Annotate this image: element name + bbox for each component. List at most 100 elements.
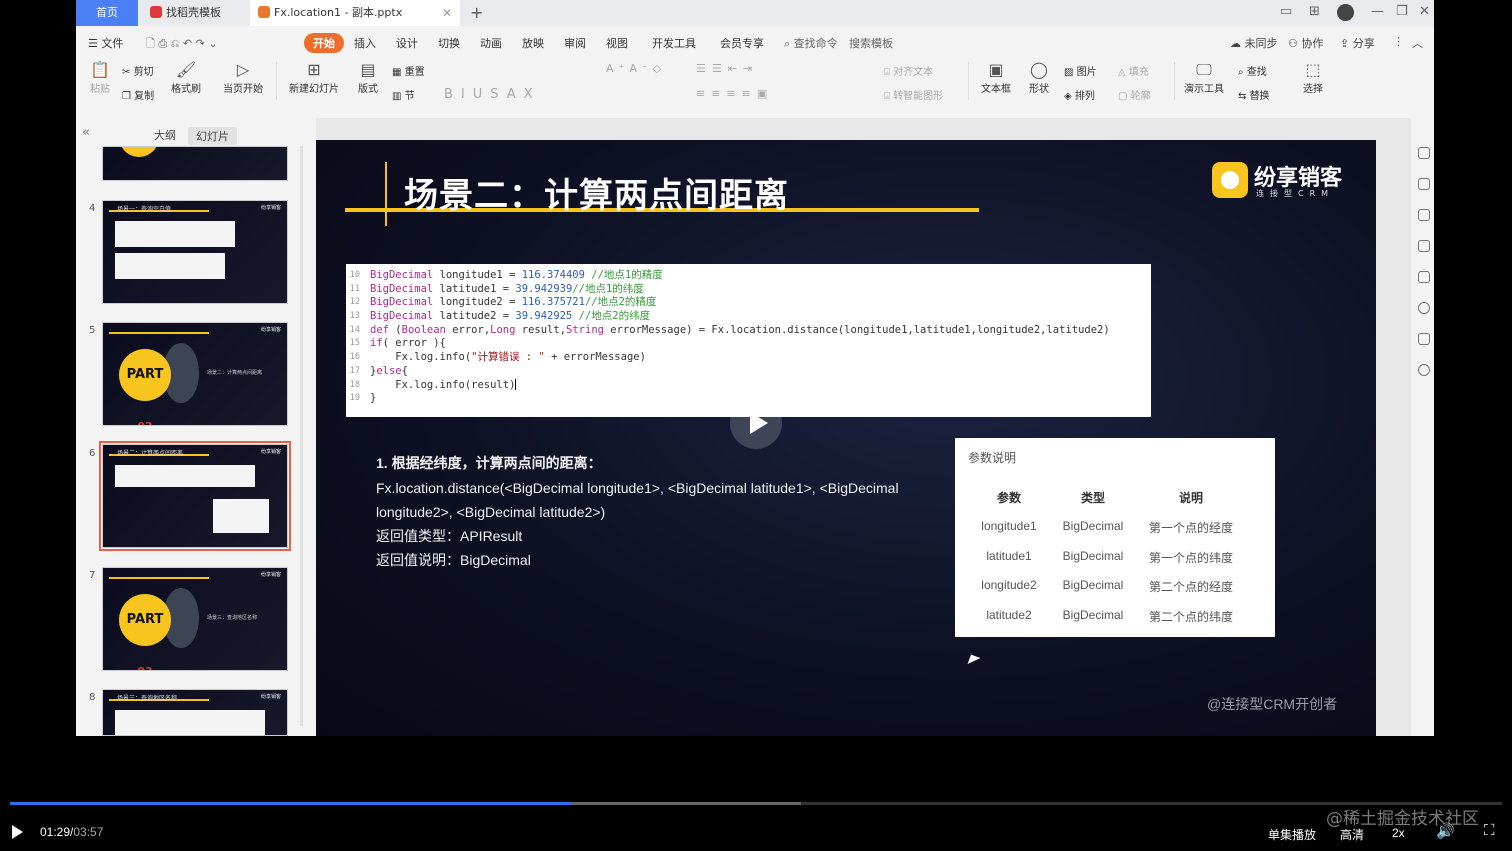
layout-icon[interactable]: ▭ bbox=[1280, 4, 1292, 19]
current-slide[interactable]: 场景二：计算两点间距离 纷享销客 连接型CRM 10 BigDecimal lon… bbox=[316, 140, 1376, 736]
video-progress-bar[interactable] bbox=[10, 802, 1502, 805]
rocket-icon[interactable] bbox=[1418, 147, 1430, 159]
star-icon[interactable] bbox=[1418, 209, 1430, 221]
command-search[interactable]: ⌕ 查找命令 bbox=[784, 35, 838, 51]
volume-icon[interactable]: 🔊 bbox=[1436, 822, 1455, 840]
code-text: }else{ bbox=[370, 364, 408, 377]
close-window-icon[interactable]: ✕ bbox=[1419, 4, 1430, 19]
format-painter-button[interactable]: 🖌 格式刷 bbox=[169, 60, 203, 95]
font-style-buttons[interactable]: BIUSAX bbox=[444, 87, 541, 102]
code-text: } bbox=[370, 392, 377, 405]
tab-slides[interactable]: 幻灯片 bbox=[188, 127, 237, 145]
convert-smartart-button[interactable]: ⌸ 转智能图形 bbox=[884, 87, 943, 102]
shapes-button[interactable]: ◯ 形状 bbox=[1024, 60, 1054, 95]
restore-icon[interactable]: ❐ bbox=[1396, 4, 1408, 19]
picture-button[interactable]: ▨ 图片 bbox=[1064, 63, 1097, 78]
paste-button[interactable]: 📋 粘贴 bbox=[86, 60, 114, 95]
avatar[interactable] bbox=[1337, 4, 1354, 21]
convert-smartart-label: 转智能图形 bbox=[893, 91, 944, 102]
menu-tab-transition[interactable]: 切换 bbox=[438, 35, 460, 51]
collapse-panel-icon[interactable]: « bbox=[82, 125, 90, 140]
layout-button[interactable]: ▤ 版式 bbox=[354, 60, 382, 95]
fullscreen-icon[interactable]: ⛶ bbox=[1484, 822, 1495, 839]
align-text-button[interactable]: ⌸ 对齐文本 bbox=[884, 63, 933, 78]
slide-thumbnail[interactable]: 场景三：查询地区名称 纷享销客 bbox=[102, 689, 288, 736]
menu-tab-home[interactable]: 开始 bbox=[304, 33, 344, 53]
collaborate-button[interactable]: ⚇ 协作 bbox=[1288, 35, 1323, 51]
menu-tab-design[interactable]: 设计 bbox=[396, 35, 418, 51]
collapse-ribbon-icon[interactable]: ︿ bbox=[1412, 35, 1423, 51]
menu-tab-member[interactable]: 会员专享 bbox=[720, 35, 764, 51]
menu-tab-developer[interactable]: 开发工具 bbox=[652, 35, 696, 51]
location-icon[interactable] bbox=[1418, 302, 1430, 314]
picture-icon[interactable] bbox=[1418, 271, 1430, 283]
select-button[interactable]: ⬚ 选择 bbox=[1298, 60, 1328, 95]
tab-home[interactable]: 首页 bbox=[76, 0, 138, 26]
tab-template[interactable]: 找稻壳模板 bbox=[142, 0, 246, 26]
task-pane-bar bbox=[1411, 118, 1434, 736]
center-play-button[interactable] bbox=[730, 397, 782, 449]
play-icon[interactable] bbox=[12, 825, 23, 839]
quick-access-toolbar[interactable]: 🗋 ⎙ ⎌ ↶ ↷ ⌄ bbox=[146, 35, 218, 54]
select-label: 选择 bbox=[1303, 84, 1323, 95]
list-buttons[interactable]: ☰☰⇤⇥ bbox=[696, 62, 758, 75]
description-line: 返回值说明：BigDecimal bbox=[376, 552, 531, 568]
new-slide-button[interactable]: ⊞ 新建幻灯片 bbox=[284, 60, 344, 95]
copy-button[interactable]: ❐ 复制 bbox=[122, 87, 154, 102]
sync-status[interactable]: ☁ 未同步 bbox=[1230, 35, 1278, 51]
share-button[interactable]: ⇪ 分享 bbox=[1340, 35, 1375, 51]
close-tab-icon[interactable]: ✕ bbox=[442, 0, 452, 26]
help-icon[interactable] bbox=[1418, 364, 1430, 376]
alignment-buttons[interactable]: ≡≡≡≡▣ bbox=[696, 87, 773, 100]
user-icon: ⚇ bbox=[1288, 37, 1302, 50]
tab-document[interactable]: Fx.location1 - 副本.pptx ✕ bbox=[250, 0, 460, 26]
template-search[interactable]: 搜索模板 bbox=[849, 35, 893, 51]
play-from-current-button[interactable]: ▷ 当页开始 bbox=[219, 60, 267, 95]
menu-tab-view[interactable]: 视图 bbox=[606, 35, 628, 51]
textbox-button[interactable]: ▣ 文本框 bbox=[978, 60, 1014, 95]
part-badge bbox=[119, 147, 159, 157]
tab-outline[interactable]: 大纲 bbox=[154, 127, 176, 143]
new-tab-icon[interactable]: + bbox=[470, 3, 483, 22]
minimize-icon[interactable]: — bbox=[1371, 4, 1384, 19]
quality-button[interactable]: 高清 bbox=[1340, 826, 1364, 843]
fill-button[interactable]: ◬ 填充 bbox=[1118, 63, 1149, 78]
menu-tab-review[interactable]: 审阅 bbox=[564, 35, 586, 51]
file-menu[interactable]: ☰ 文件 bbox=[88, 35, 123, 51]
ribbon-divider bbox=[968, 62, 969, 100]
presenter-tools-button[interactable]: 🖵 演示工具 bbox=[1180, 60, 1228, 95]
section-button[interactable]: ▥ 节 bbox=[392, 87, 415, 102]
find-button[interactable]: ⌕ 查找 bbox=[1238, 63, 1267, 78]
slides-icon[interactable] bbox=[1418, 240, 1430, 252]
slide-thumbnail[interactable]: 场景一：查询空白值 纷享销客 bbox=[102, 200, 288, 304]
cut-button[interactable]: ✂ 剪切 bbox=[122, 63, 154, 78]
more-icon[interactable]: ⋮ bbox=[1393, 35, 1404, 48]
reset-button[interactable]: ▦ 重置 bbox=[392, 63, 425, 78]
speed-button[interactable]: 2x bbox=[1392, 826, 1405, 840]
outline-label: 轮廓 bbox=[1130, 91, 1151, 102]
menu-tab-slideshow[interactable]: 放映 bbox=[522, 35, 544, 51]
video-player: 首页 找稻壳模板 Fx.location1 - 副本.pptx ✕ + ▭ ⊞ —… bbox=[0, 0, 1512, 851]
table-cell: 第二个点的经度 bbox=[1148, 580, 1233, 594]
slide-thumbnail-selected[interactable]: 场景二：计算两点间距离 纷享销客 bbox=[99, 441, 291, 551]
thumb-code-box bbox=[115, 221, 235, 247]
replace-button[interactable]: ⇆ 替换 bbox=[1238, 87, 1270, 102]
playlist-mode-button[interactable]: 单集播放 bbox=[1268, 826, 1316, 843]
apps-grid-icon[interactable]: ⊞ bbox=[1309, 4, 1320, 19]
font-size-buttons[interactable]: A⁺A⁻◇ bbox=[606, 62, 666, 75]
outline-button[interactable]: ▢ 轮廓 bbox=[1118, 87, 1151, 102]
slide-thumbnail[interactable] bbox=[102, 146, 288, 181]
slide-thumbnail[interactable]: 纷享销客 PART 02 场景二：计算两点间距离 bbox=[102, 322, 288, 426]
panel-scrollbar[interactable] bbox=[300, 146, 303, 726]
menu-tab-animation[interactable]: 动画 bbox=[480, 35, 502, 51]
sliders-icon[interactable] bbox=[1418, 178, 1430, 190]
book-icon[interactable] bbox=[1418, 333, 1430, 345]
description-block: 1. 根据经纬度，计算两点间的距离： Fx.location.distance(… bbox=[376, 450, 936, 572]
tab-document-label: Fx.location1 - 副本.pptx bbox=[274, 6, 403, 19]
arrange-button[interactable]: ◈ 排列 bbox=[1064, 87, 1095, 102]
document-tab-bar: 首页 找稻壳模板 Fx.location1 - 副本.pptx ✕ + ▭ ⊞ —… bbox=[76, 0, 1434, 26]
menu-tab-insert[interactable]: 插入 bbox=[354, 35, 376, 51]
textbox-icon: ▣ bbox=[988, 60, 1004, 79]
image-icon: ▨ bbox=[1064, 67, 1077, 78]
slide-thumbnail[interactable]: 纷享销客 PART 03 场景三：查询地区名称 bbox=[102, 567, 288, 671]
